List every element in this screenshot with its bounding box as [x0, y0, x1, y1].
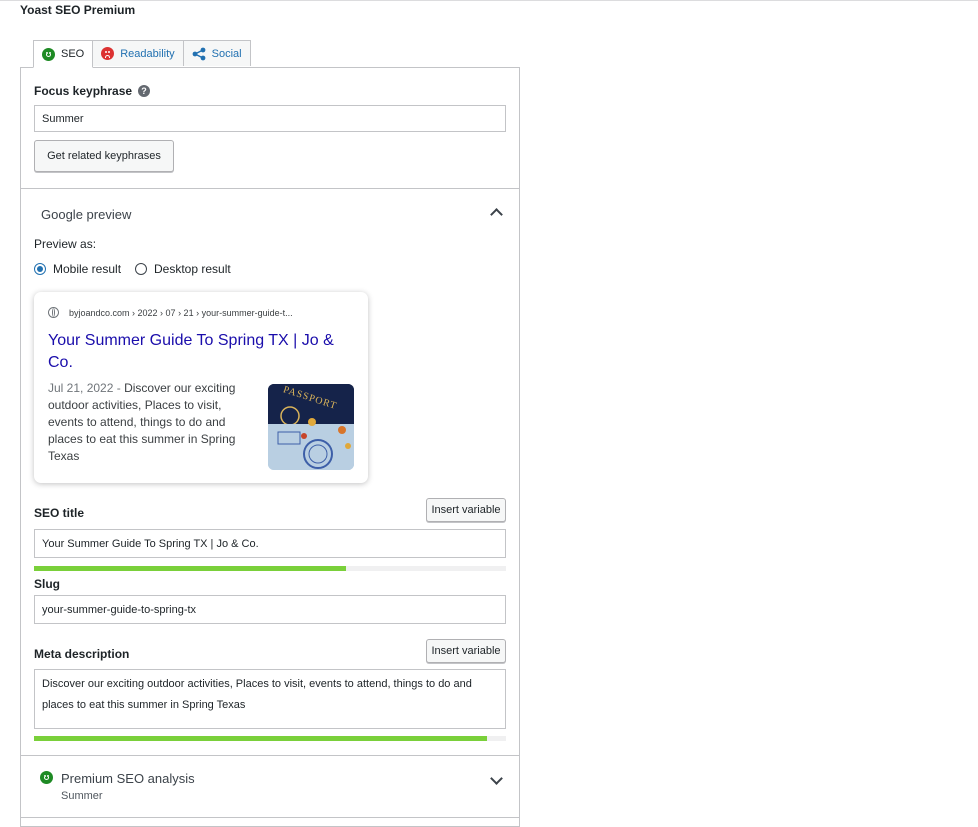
preview-thumbnail-image: PASSPORT: [268, 384, 354, 470]
radio-button-unchecked[interactable]: [135, 263, 147, 275]
meta-description-progress-fill: [34, 736, 488, 741]
chevron-down-icon[interactable]: [490, 772, 503, 785]
slug-input[interactable]: your-summer-guide-to-spring-tx: [34, 595, 506, 624]
chevron-up-icon[interactable]: [490, 208, 503, 221]
tab-readability[interactable]: Readability: [92, 40, 184, 66]
tab-seo[interactable]: SEO: [33, 40, 94, 68]
preview-url-row: byjoandco.com › 2022 › 07 › 21 › your-su…: [48, 307, 293, 318]
tab-social[interactable]: Social: [182, 40, 251, 66]
help-icon[interactable]: ?: [138, 85, 151, 97]
preview-snippet: Jul 21, 2022 - Discover our exciting out…: [48, 380, 260, 465]
radio-desktop-label: Desktop result: [154, 262, 231, 276]
get-related-keyphrases-button[interactable]: Get related keyphrases: [34, 140, 174, 172]
radio-desktop-result[interactable]: Desktop result: [135, 262, 231, 276]
preview-date: Jul 21, 2022: [48, 381, 114, 395]
smiley-good-icon: [40, 771, 53, 784]
focus-keyphrase-label-text: Focus keyphrase: [34, 84, 133, 98]
meta-description-progress-bar: [34, 736, 506, 741]
seo-title-insert-variable-button[interactable]: Insert variable: [426, 498, 506, 522]
preview-as-label: Preview as:: [34, 237, 97, 251]
focus-keyphrase-label: Focus keyphrase?: [34, 84, 151, 98]
premium-seo-analysis-title: Premium SEO analysis: [61, 771, 195, 786]
google-preview-title[interactable]: Google preview: [41, 207, 131, 222]
tab-readability-label: Readability: [120, 47, 175, 60]
tab-social-label: Social: [211, 47, 242, 60]
seo-title-label: SEO title: [34, 506, 85, 520]
section-divider: [21, 188, 519, 189]
smiley-good-icon: [42, 47, 55, 61]
radio-button-checked[interactable]: [34, 263, 46, 275]
section-divider: [21, 817, 519, 818]
globe-icon: [48, 307, 59, 318]
google-preview-card: byjoandco.com › 2022 › 07 › 21 › your-su…: [34, 292, 368, 483]
seo-title-input[interactable]: Your Summer Guide To Spring TX | Jo & Co…: [34, 529, 506, 558]
tab-bar: SEO Readability Social: [33, 40, 251, 68]
seo-title-progress-fill: [34, 566, 346, 571]
share-icon: [192, 47, 206, 60]
meta-description-textarea[interactable]: Discover our exciting outdoor activities…: [34, 669, 506, 729]
preview-url: byjoandco.com › 2022 › 07 › 21 › your-su…: [69, 307, 293, 318]
smiley-bad-icon: [101, 47, 115, 60]
radio-mobile-label: Mobile result: [53, 262, 122, 276]
app-title: Yoast SEO Premium: [20, 3, 136, 17]
preview-title: Your Summer Guide To Spring TX | Jo & Co…: [48, 332, 334, 371]
focus-keyphrase-input[interactable]: Summer: [34, 105, 506, 132]
radio-mobile-result[interactable]: Mobile result: [34, 262, 121, 276]
premium-seo-analysis-subtitle: Summer: [61, 790, 103, 802]
seo-title-progress-bar: [34, 566, 506, 571]
passport-image: PASSPORT: [268, 384, 354, 470]
preview-separator: -: [113, 381, 125, 395]
meta-description-insert-variable-button[interactable]: Insert variable: [426, 639, 506, 663]
tab-seo-label: SEO: [61, 48, 85, 60]
slug-label: Slug: [34, 577, 60, 591]
section-divider: [21, 755, 519, 756]
meta-description-label: Meta description: [34, 647, 130, 661]
top-divider: [0, 0, 978, 1]
seo-panel: Focus keyphrase? Summer Get related keyp…: [20, 67, 520, 827]
